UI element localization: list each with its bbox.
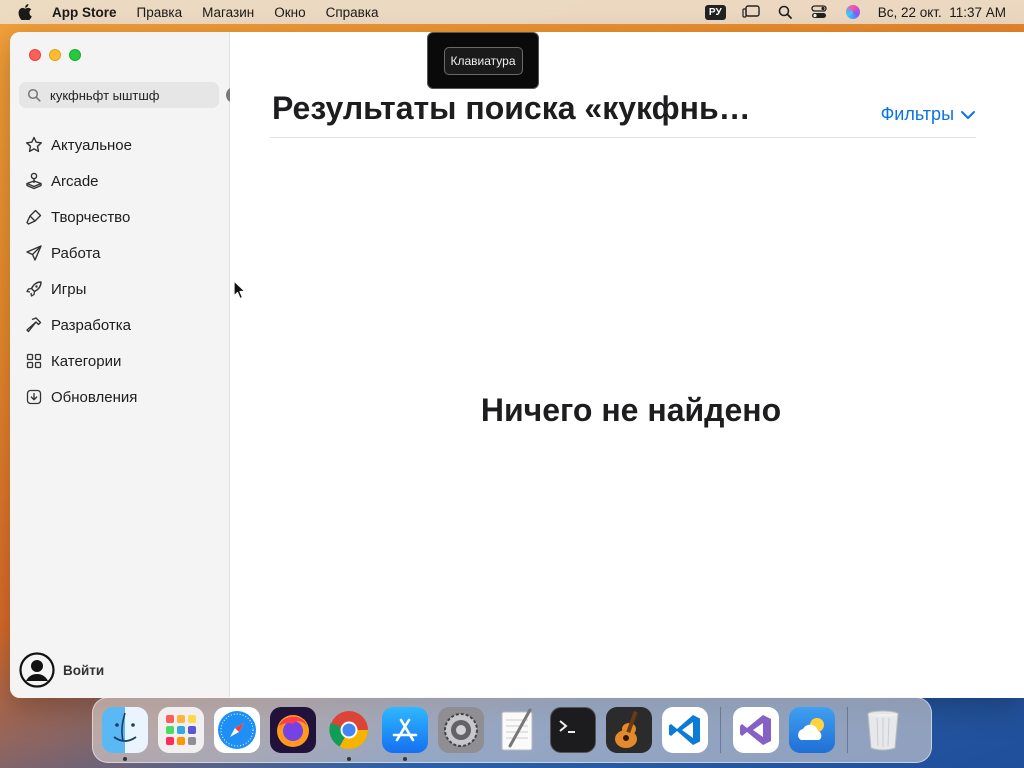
sidebar-nav: Актуальное Arcade Творчество Работа Игры… (10, 127, 230, 415)
menu-datetime[interactable]: Вс, 22 окт. 11:37 AM (878, 5, 1006, 20)
menu-help[interactable]: Справка (326, 5, 379, 20)
finder-icon[interactable] (102, 707, 148, 761)
control-center-icon[interactable] (810, 4, 828, 20)
sidebar-item-develop[interactable]: Разработка (10, 307, 230, 343)
paperplane-icon (24, 243, 44, 263)
sidebar-item-arcade[interactable]: Arcade (10, 163, 230, 199)
chevron-down-icon (960, 107, 976, 123)
sidebar-item-updates[interactable]: Обновления (10, 379, 230, 415)
keyboard-button[interactable]: Клавиатура (443, 46, 523, 75)
main-content: Результаты поиска «кукфнь… Фильтры Ничег… (230, 32, 1024, 698)
page-title: Результаты поиска «кукфнь… (272, 90, 751, 126)
firefox-icon[interactable] (270, 707, 316, 753)
launchpad-icon[interactable] (158, 707, 204, 753)
filters-button[interactable]: Фильтры (881, 104, 976, 125)
minimize-window-button[interactable] (49, 49, 61, 61)
search-input[interactable] (50, 87, 226, 103)
input-language-badge[interactable]: РУ (704, 4, 726, 20)
joystick-icon (24, 171, 44, 191)
vscode-icon[interactable] (662, 707, 708, 753)
sidebar-item-label: Творчество (51, 208, 131, 226)
chrome-icon[interactable] (326, 707, 372, 761)
sidebar-item-work[interactable]: Работа (10, 235, 230, 271)
dock-separator (847, 707, 848, 753)
grid-icon (24, 351, 44, 371)
sidebar-item-label: Arcade (51, 172, 99, 190)
spotlight-search-icon[interactable] (776, 4, 794, 20)
trash-icon[interactable] (860, 707, 906, 753)
app-store-icon[interactable] (382, 707, 428, 761)
garageband-icon[interactable] (606, 707, 652, 753)
visual-studio-icon[interactable] (733, 707, 779, 753)
sidebar-item-label: Обновления (51, 388, 138, 406)
account-avatar-icon (19, 652, 55, 688)
menu-edit[interactable]: Правка (137, 5, 183, 20)
sidebar: Актуальное Arcade Творчество Работа (10, 32, 242, 698)
mouse-cursor-icon (233, 280, 247, 300)
safari-icon[interactable] (214, 707, 260, 753)
textedit-icon[interactable] (494, 707, 540, 753)
download-icon (24, 387, 44, 407)
sidebar-item-categories[interactable]: Категории (10, 343, 230, 379)
search-field[interactable] (19, 82, 242, 108)
sidebar-item-label: Разработка (51, 316, 131, 334)
sidebar-item-games[interactable]: Игры (10, 271, 230, 307)
sign-in-button[interactable]: Войти (19, 652, 104, 688)
dock-separator (720, 707, 721, 753)
app-store-window: Актуальное Arcade Творчество Работа (10, 32, 1024, 698)
sidebar-item-label: Работа (51, 244, 101, 262)
dock (92, 697, 932, 763)
sidebar-item-discover[interactable]: Актуальное (10, 127, 230, 163)
star-icon (24, 135, 44, 155)
window-controls (29, 49, 81, 61)
menu-app-name[interactable]: App Store (52, 5, 117, 20)
sidebar-item-create[interactable]: Творчество (10, 199, 230, 235)
paintbrush-icon (24, 207, 44, 227)
sidebar-item-label: Актуальное (51, 136, 132, 154)
weather-icon[interactable] (789, 707, 835, 753)
stage-manager-icon[interactable] (742, 4, 760, 20)
hammer-icon (24, 315, 44, 335)
filters-label: Фильтры (880, 104, 954, 124)
menu-store[interactable]: Магазин (202, 5, 254, 20)
rocket-icon (24, 279, 44, 299)
apple-menu-icon[interactable] (18, 4, 34, 20)
siri-icon[interactable] (844, 4, 862, 20)
menu-window[interactable]: Окно (274, 5, 305, 20)
sidebar-item-label: Категории (51, 352, 122, 370)
sign-in-label: Войти (63, 662, 105, 678)
terminal-icon[interactable] (550, 707, 596, 753)
system-settings-icon[interactable] (438, 707, 484, 753)
title-divider (270, 137, 976, 138)
close-window-button[interactable] (29, 49, 41, 61)
menu-bar: App Store Правка Магазин Окно Справка РУ… (0, 0, 1024, 24)
sidebar-item-label: Игры (51, 280, 87, 298)
zoom-window-button[interactable] (69, 49, 81, 61)
no-results-message: Ничего не найдено (480, 392, 782, 428)
keyboard-tooltip: Клавиатура (427, 32, 539, 89)
search-icon (27, 88, 41, 102)
